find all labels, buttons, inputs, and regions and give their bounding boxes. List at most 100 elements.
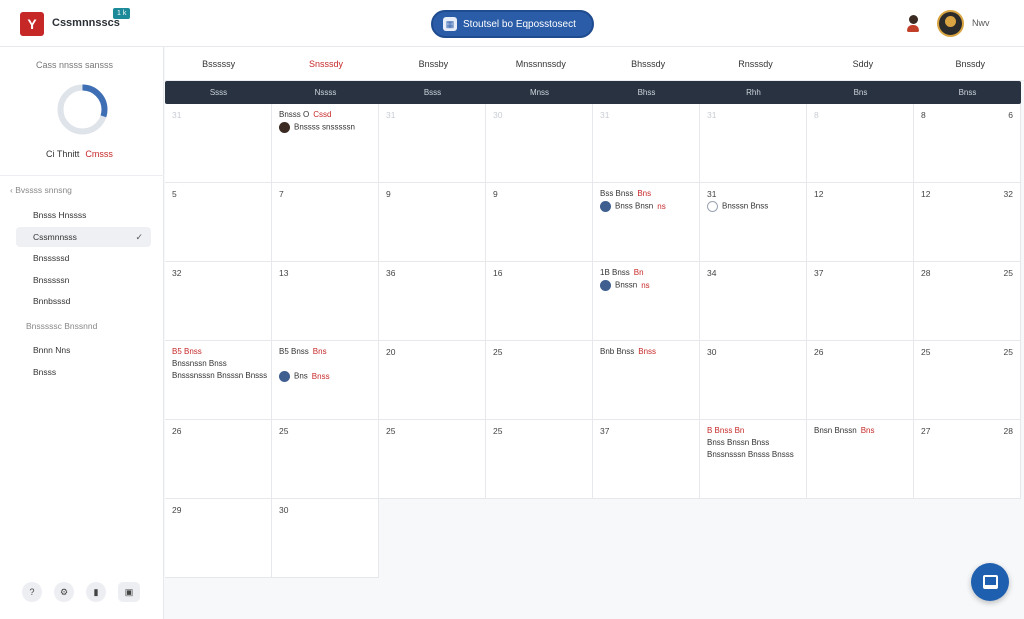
calendar-day-cell[interactable]: B5 Bnss Bns Bns Bnss — [272, 341, 379, 420]
calendar-day-cell[interactable]: 31 — [165, 104, 272, 183]
calendar-event[interactable]: Bnsssn Bnss — [707, 201, 768, 212]
calendar-event[interactable]: B Bnss Bn — [707, 426, 744, 435]
sidebar-item[interactable]: Cssmnnsss ✓ — [16, 226, 151, 247]
calendar-day-cell[interactable]: 28 25 — [914, 262, 1021, 341]
calendar-event[interactable]: Bnsn Bnssn Bns — [814, 426, 875, 435]
calendar-day-cell[interactable]: 26 — [165, 420, 272, 499]
day-number: 8 — [814, 110, 819, 120]
calendar-day-cell[interactable]: 26 — [807, 341, 914, 420]
calendar-day-cell[interactable]: 9 — [379, 183, 486, 262]
calendar-event[interactable]: Bnss Bnsn ns — [600, 201, 666, 212]
calendar-day-cell[interactable]: 25 — [486, 420, 593, 499]
calendar-week-row: 29 30 — [165, 499, 1021, 578]
avatar[interactable] — [937, 10, 964, 37]
calendar-day-cell[interactable]: 30 — [486, 104, 593, 183]
calendar-day-cell[interactable]: 16 — [486, 262, 593, 341]
calendar-day-cell[interactable]: 25 — [272, 420, 379, 499]
calendar-day-cell[interactable]: 27 28 — [914, 420, 1021, 499]
calendar-day-cell[interactable]: Bnsss O Cssd Bnssss snsssssn — [272, 104, 379, 183]
calendar-event[interactable]: Bns Bnss — [279, 371, 330, 382]
calendar-week-row: 26 25 25 25 37 B Bnss Bn Bnss Bnssn Bnss Bnssns… — [165, 420, 1021, 499]
day-number: 16 — [493, 268, 503, 278]
calendar-day-cell[interactable]: 12 — [807, 183, 914, 262]
sidebar-item[interactable]: Bnsssssd — [16, 248, 151, 268]
calendar-day-cell[interactable]: 30 — [272, 499, 379, 578]
calendar-day-cell[interactable]: 31 Bnsssn Bnss — [700, 183, 807, 262]
notification-icon[interactable]: ▮ — [86, 582, 106, 602]
day-number: 20 — [386, 347, 396, 357]
app-logo[interactable]: Y — [20, 12, 44, 36]
calendar-day-cell[interactable]: 9 — [486, 183, 593, 262]
event-tag: Cssd — [313, 110, 332, 119]
calendar-day-cell[interactable]: 29 — [165, 499, 272, 578]
calendar-day-cell[interactable]: 36 — [379, 262, 486, 341]
calendar-day-cell[interactable]: 37 — [593, 420, 700, 499]
chat-button[interactable] — [971, 563, 1009, 601]
sidebar-section-heading: Bnsssssc Bnssnnd — [26, 321, 98, 331]
event-text: Bnsn Bnssn — [814, 426, 857, 435]
calendar-day-cell[interactable]: 25 — [486, 341, 593, 420]
calendar-day-cell[interactable]: Bss Bnss Bns Bnss Bnsn ns — [593, 183, 700, 262]
calendar-event[interactable]: Bnssss snsssssn — [279, 122, 355, 133]
sidebar-item-label: Bnsssssd — [33, 253, 70, 263]
calendar-day-cell[interactable]: Bnsn Bnssn Bns — [807, 420, 914, 499]
user-name[interactable]: Nwv — [972, 18, 990, 28]
calendar-day-cell[interactable]: 5 — [165, 183, 272, 262]
calendar-day-cell[interactable]: 86 — [914, 104, 1021, 183]
calendar-day-cell[interactable]: 20 — [379, 341, 486, 420]
person-icon[interactable] — [906, 15, 920, 33]
center-action-button[interactable]: ▦ Stoutsel bo Eqposstosect — [431, 10, 594, 38]
calendar-day-cell[interactable]: 31 — [379, 104, 486, 183]
calendar-day-cell[interactable]: 30 — [700, 341, 807, 420]
calendar-event[interactable]: 1B Bnss Bn — [600, 268, 644, 277]
day-number: 12 — [814, 189, 824, 199]
calendar-day-cell[interactable]: 7 — [272, 183, 379, 262]
calendar-event[interactable]: Bnsss O Cssd — [279, 110, 331, 119]
sidebar-item[interactable]: Bnsssssn — [16, 270, 151, 290]
calendar-day-cell[interactable]: 1B Bnss Bn Bnssn ns — [593, 262, 700, 341]
day-number: 32 — [1003, 189, 1013, 199]
day-number: 31 — [600, 110, 610, 120]
calendar-day-cell[interactable]: 25 — [379, 420, 486, 499]
sidebar-section-heading: ‹ Bvssss snnsng — [10, 185, 72, 195]
calendar-day-cell[interactable]: 31 — [593, 104, 700, 183]
calendar-day-cell[interactable]: 32 — [165, 262, 272, 341]
calendar-event[interactable]: Bnss Bnssn Bnss — [707, 438, 769, 447]
calendar-event[interactable]: Bnssnsssn Bnsss Bnsss — [707, 450, 794, 459]
calendar-icon: ▦ — [443, 17, 457, 31]
app-badge: 1 k — [113, 8, 131, 19]
help-icon[interactable]: ? — [22, 582, 42, 602]
calendar-day-cell[interactable]: B Bnss Bn Bnss Bnssn Bnss Bnssnsssn Bnsss … — [700, 420, 807, 499]
empty-cell — [700, 499, 807, 578]
window-icon[interactable]: ▣ — [118, 582, 140, 602]
sidebar-item[interactable]: Bnnn Nns — [16, 340, 151, 360]
day-number: 27 — [921, 426, 931, 436]
calendar-day-cell[interactable]: 8 — [807, 104, 914, 183]
calendar-event[interactable]: Bss Bnss Bns — [600, 189, 651, 198]
settings-icon[interactable]: ⚙ — [54, 582, 74, 602]
calendar-day-cell[interactable]: 37 — [807, 262, 914, 341]
calendar-day-cell[interactable]: 12 32 — [914, 183, 1021, 262]
calendar-week-row: 31 Bnsss O Cssd Bnssss snsssssn 31 30 31 31 8 8 6 — [165, 104, 1021, 183]
calendar-event[interactable]: Bnssnssn Bnss — [172, 359, 227, 368]
calendar-day-cell[interactable]: 34 — [700, 262, 807, 341]
event-tag: ns — [641, 280, 650, 290]
calendar-event[interactable]: Bnb Bnss Bnss — [600, 347, 656, 356]
empty-cell — [486, 499, 593, 578]
sidebar-item[interactable]: Bnnbsssd — [16, 291, 151, 311]
sidebar-item[interactable]: Bnsss Hnssss — [16, 205, 151, 225]
empty-cell — [807, 499, 914, 578]
event-text: Bss Bnss — [600, 189, 634, 198]
calendar-day-cell[interactable]: B5 Bnss Bnssnssn Bnss Bnsssnsssn Bnsssn Bn… — [165, 341, 272, 420]
calendar-event[interactable]: Bnsssnsssn Bnsssn Bnsss — [172, 371, 267, 380]
calendar-event[interactable]: Bnssn ns — [600, 280, 650, 291]
sidebar-item[interactable]: Bnsss — [16, 362, 151, 382]
calendar-day-cell[interactable]: 13 — [272, 262, 379, 341]
calendar-day-cell[interactable]: 25 25 — [914, 341, 1021, 420]
calendar-event[interactable]: B5 Bnss — [172, 347, 202, 356]
day-header: Bsssssy — [202, 59, 236, 69]
calendar-day-cell[interactable]: Bnb Bnss Bnss — [593, 341, 700, 420]
calendar-day-cell[interactable]: 31 — [700, 104, 807, 183]
calendar-event[interactable]: B5 Bnss Bns — [279, 347, 327, 356]
sidebar: Cass nnsss sansss Ci Thnitt Cmsss ‹ Bvsss… — [0, 47, 164, 619]
